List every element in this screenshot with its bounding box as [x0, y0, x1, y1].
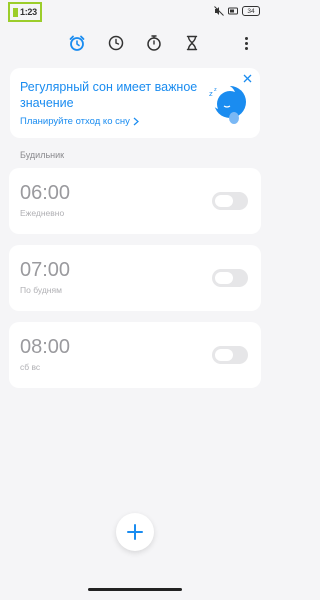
more-options-button[interactable]	[242, 34, 250, 52]
alarm-item[interactable]: 07:00 По будням	[9, 245, 261, 311]
sleeping-moon-icon: z z	[209, 84, 246, 124]
chevron-right-icon	[133, 117, 139, 126]
home-indicator[interactable]	[88, 588, 182, 591]
promo-title: Регулярный сон имеет важное значение	[20, 80, 198, 110]
promo-link[interactable]: Планируйте отход ко сну	[20, 116, 139, 127]
alarm-repeat: сб вс	[20, 362, 41, 372]
notification-icon	[13, 7, 18, 17]
battery-saver-icon	[228, 7, 238, 15]
menu-dot	[244, 46, 248, 50]
alarm-time: 06:00	[20, 182, 71, 204]
battery-level: 34	[242, 6, 260, 16]
menu-dot	[244, 36, 248, 40]
clock-icon	[108, 35, 124, 51]
promo-link-label: Планируйте отход ко сну	[20, 116, 130, 127]
status-icons: 34	[214, 6, 260, 16]
add-alarm-button[interactable]	[116, 513, 154, 551]
status-bar: 1:23 34	[0, 0, 270, 26]
alarm-time: 07:00	[20, 259, 71, 281]
hourglass-icon	[186, 35, 198, 51]
toggle-knob	[215, 272, 233, 284]
alarm-time: 08:00	[20, 336, 71, 358]
sleep-promo-card[interactable]: Регулярный сон имеет важное значение Пла…	[10, 68, 260, 138]
mute-icon	[214, 6, 224, 16]
alarm-repeat: По будням	[20, 285, 62, 295]
alarm-item[interactable]: 08:00 сб вс	[9, 322, 261, 388]
alarm-clock-icon	[69, 35, 85, 51]
svg-text:z: z	[209, 90, 213, 98]
plus-icon	[127, 524, 143, 540]
alarm-item[interactable]: 06:00 Ежедневно	[9, 168, 261, 234]
tab-timer[interactable]	[183, 34, 201, 52]
status-time-badge: 1:23	[8, 2, 42, 22]
stopwatch-icon	[147, 35, 161, 51]
top-tab-bar	[0, 26, 270, 60]
status-time: 1:23	[20, 7, 37, 17]
menu-dot	[244, 41, 248, 45]
tab-clock[interactable]	[107, 34, 125, 52]
alarms-section-label: Будильник	[20, 150, 65, 160]
alarm-toggle[interactable]	[212, 346, 248, 364]
alarm-repeat: Ежедневно	[20, 208, 65, 218]
toggle-knob	[215, 349, 233, 361]
alarm-toggle[interactable]	[212, 192, 248, 210]
tab-stopwatch[interactable]	[145, 34, 163, 52]
tab-alarm[interactable]	[68, 34, 86, 52]
toggle-knob	[215, 195, 233, 207]
alarm-toggle[interactable]	[212, 269, 248, 287]
svg-text:z: z	[214, 87, 217, 93]
